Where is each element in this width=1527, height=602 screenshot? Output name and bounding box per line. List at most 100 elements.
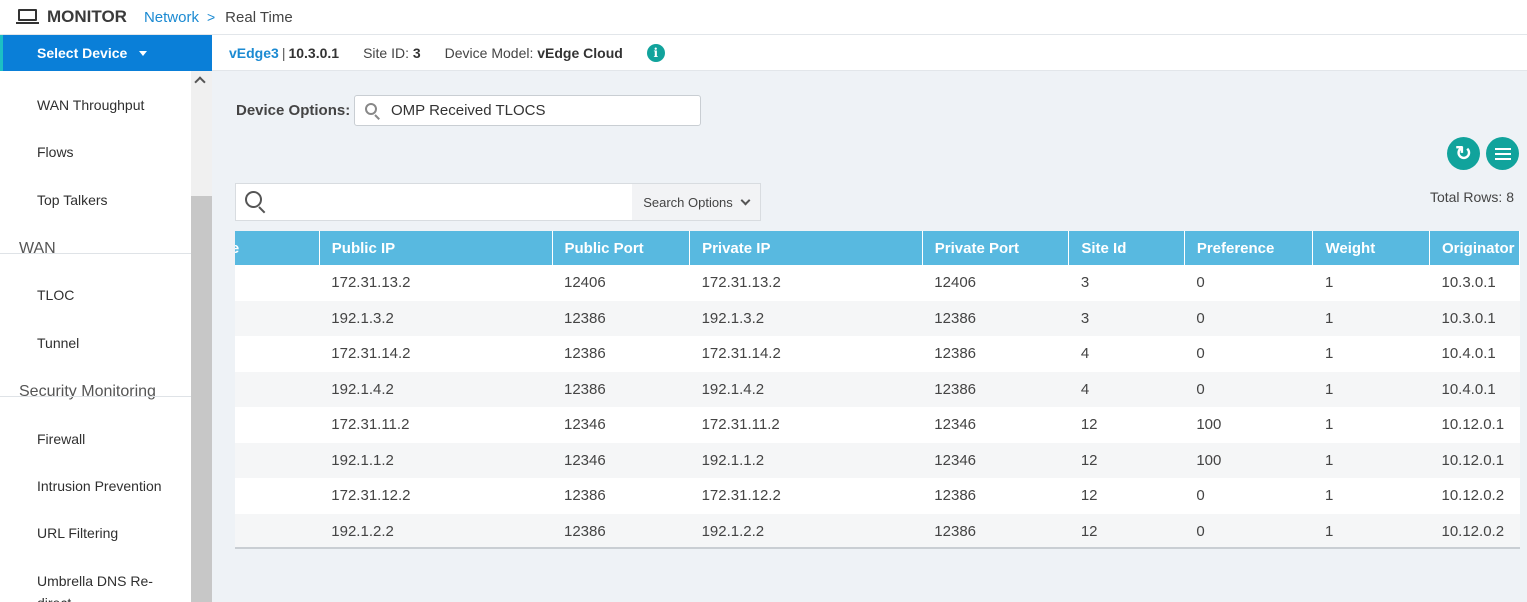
sidebar-item-7[interactable]: Firewall xyxy=(37,431,85,447)
sidebar-item-10[interactable]: Umbrella DNS Re- xyxy=(37,573,153,589)
table-cell: 0 xyxy=(1184,300,1313,336)
table-cell: 172.31.11.2 xyxy=(319,407,552,443)
table-cell: 12386 xyxy=(552,336,690,372)
tloc-table: Color TypePublic IPPublic PortPrivate IP… xyxy=(235,231,1520,547)
table-cell: 100 xyxy=(1184,407,1313,443)
sidebar-item-5[interactable]: Tunnel xyxy=(37,335,79,351)
refresh-button[interactable]: ↻ xyxy=(1447,137,1480,170)
table-cell: 192.1.4.2 xyxy=(689,371,923,407)
table-cell: 1 xyxy=(1312,300,1430,336)
table-cell: 12346 xyxy=(922,407,1069,443)
table-cell: 10.4.0.1 xyxy=(1429,336,1520,372)
table-cell: 3 xyxy=(1068,300,1185,336)
sidebar-item-0[interactable]: WAN Throughput xyxy=(37,97,144,113)
tloc-table-container: Color TypePublic IPPublic PortPrivate IP… xyxy=(235,231,1520,549)
table-cell: 192.1.1.2 xyxy=(319,442,552,478)
table-cell: 172.31.14.2 xyxy=(319,336,552,372)
column-header[interactable]: Public IP xyxy=(319,231,553,265)
table-cell: 12346 xyxy=(552,442,690,478)
search-input[interactable] xyxy=(275,185,630,219)
table-cell: 12386 xyxy=(922,300,1069,336)
table-cell: 0 xyxy=(1184,478,1313,514)
sidebar-item-8[interactable]: Intrusion Prevention xyxy=(37,478,162,494)
column-header[interactable]: Public Port xyxy=(552,231,691,265)
column-header[interactable]: Private IP xyxy=(689,231,923,265)
breadcrumb-network-link[interactable]: Network xyxy=(144,9,199,26)
table-row[interactable]: 192.1.4.2 12386 192.1.4.2 12386 4 0 1 10.4.0.1 xyxy=(235,371,1520,407)
table-cell: 100 xyxy=(1184,442,1313,478)
search-options-button[interactable]: Search Options xyxy=(632,184,760,220)
table-cell: 192.1.2.2 xyxy=(689,513,923,547)
table-search-bar: Search Options xyxy=(235,183,761,221)
select-device-button[interactable]: Select Device xyxy=(0,35,212,71)
column-header[interactable]: Private Port xyxy=(922,231,1070,265)
table-cell: 0 xyxy=(1184,265,1313,301)
table-cell: 192.1.3.2 xyxy=(319,300,552,336)
device-separator: | xyxy=(281,44,286,61)
table-cell: 1 xyxy=(1312,371,1430,407)
table-row[interactable]: 192.1.3.2 12386 192.1.3.2 12386 3 0 1 10.3.0.1 xyxy=(235,300,1520,336)
table-row[interactable]: 172.31.14.2 12386 172.31.14.2 12386 4 0 1 10.4.… xyxy=(235,336,1520,372)
table-cell: 12386 xyxy=(922,336,1069,372)
table-cell: 12346 xyxy=(552,407,690,443)
menu-button[interactable] xyxy=(1486,137,1519,170)
device-name-link[interactable]: vEdge3 xyxy=(229,45,279,61)
table-cell: 12406 xyxy=(922,265,1069,301)
site-id-label: Site ID: xyxy=(363,44,409,61)
sidebar-item-2[interactable]: Top Talkers xyxy=(37,192,108,208)
sidebar-item-11[interactable]: direct xyxy=(37,595,71,602)
search-options-label: Search Options xyxy=(643,194,733,210)
scroll-up-icon[interactable] xyxy=(194,76,206,88)
table-cell xyxy=(235,336,320,372)
info-icon[interactable]: i xyxy=(646,43,665,62)
column-header[interactable]: Weight xyxy=(1312,231,1430,265)
column-header[interactable]: Color Type xyxy=(235,231,320,265)
table-cell xyxy=(235,478,320,514)
table-cell: 12 xyxy=(1068,513,1185,547)
table-cell: 172.31.13.2 xyxy=(689,265,923,301)
device-info-bar: vEdge3 | 10.3.0.1 Site ID: 3 Device Mode… xyxy=(212,35,1527,71)
menu-icon xyxy=(1494,147,1511,160)
table-cell: 172.31.12.2 xyxy=(689,478,923,514)
sidebar-scrollbar[interactable] xyxy=(191,71,212,602)
table-row[interactable]: 192.1.1.2 12346 192.1.1.2 12346 12 100 1 10.12.… xyxy=(235,442,1520,478)
table-row[interactable]: 192.1.2.2 12386 192.1.2.2 12386 12 0 1 10.12.0.… xyxy=(235,513,1520,547)
active-edge-indicator xyxy=(0,35,3,71)
table-cell: 172.31.14.2 xyxy=(689,336,923,372)
table-cell: 1 xyxy=(1312,513,1430,547)
table-cell xyxy=(235,513,320,547)
column-header[interactable]: Site Id xyxy=(1068,231,1185,265)
table-row[interactable]: 172.31.11.2 12346 172.31.11.2 12346 12 100 1 10… xyxy=(235,407,1520,443)
total-rows: Total Rows: 8 xyxy=(1429,189,1514,205)
table-cell: 12386 xyxy=(922,513,1069,547)
sidebar-item-1[interactable]: Flows xyxy=(37,144,74,160)
select-device-label: Select Device xyxy=(37,45,128,61)
scrollbar-thumb[interactable] xyxy=(191,196,212,602)
table-cell: 10.12.0.2 xyxy=(1429,478,1520,514)
table-row[interactable]: 172.31.13.2 12406 172.31.13.2 12406 3 0 1 10.3.… xyxy=(235,265,1520,301)
table-header-row: Color TypePublic IPPublic PortPrivate IP… xyxy=(235,231,1520,265)
table-cell: 1 xyxy=(1312,336,1430,372)
table-cell: 0 xyxy=(1184,513,1313,547)
table-cell: 1 xyxy=(1312,265,1430,301)
site-id-value: 3 xyxy=(412,44,421,61)
sidebar-divider xyxy=(0,396,191,397)
table-cell: 10.3.0.1 xyxy=(1429,265,1520,301)
table-row[interactable]: 172.31.12.2 12386 172.31.12.2 12386 12 0 1 10.1… xyxy=(235,478,1520,514)
table-cell: 0 xyxy=(1184,371,1313,407)
table-cell: 12346 xyxy=(922,442,1069,478)
table-cell: 192.1.1.2 xyxy=(689,442,923,478)
column-header[interactable]: Preference xyxy=(1184,231,1314,265)
table-cell: 4 xyxy=(1068,371,1185,407)
table-cell xyxy=(235,300,320,336)
monitor-icon xyxy=(16,7,40,27)
device-options-field[interactable]: OMP Received TLOCS xyxy=(354,95,701,126)
sidebar-item-4[interactable]: TLOC xyxy=(37,287,74,303)
table-cell: 12 xyxy=(1068,407,1185,443)
sidebar-item-9[interactable]: URL Filtering xyxy=(37,525,118,541)
table-cell: 10.12.0.1 xyxy=(1429,442,1520,478)
column-header[interactable]: Originator xyxy=(1429,231,1520,265)
table-cell: 12386 xyxy=(552,300,690,336)
table-cell: 12406 xyxy=(552,265,690,301)
table-cell xyxy=(235,265,320,301)
